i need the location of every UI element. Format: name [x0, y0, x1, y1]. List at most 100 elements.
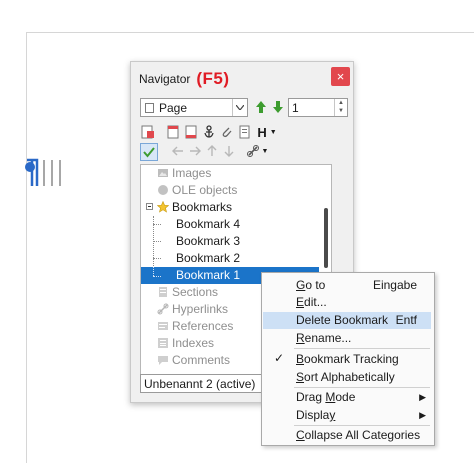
menu-label: o to — [305, 278, 326, 292]
chevron-down-icon: ▼ — [269, 128, 277, 136]
mnemonic: B — [296, 352, 305, 366]
submenu-arrow-icon: ▶ — [419, 392, 426, 402]
tree-label: Bookmark 3 — [176, 234, 241, 248]
checkmark-icon: ✓ — [274, 351, 285, 365]
bookmark-item[interactable]: Bookmark 3 — [141, 233, 317, 250]
stepper-down-icon[interactable]: ▼ — [335, 107, 347, 115]
menu-label: Delete Bookmark — [296, 313, 389, 327]
mnemonic: E — [296, 295, 305, 309]
menu-separator — [294, 387, 430, 388]
bookmark-item[interactable]: Bookmark 2 — [141, 250, 317, 267]
menu-item-display[interactable]: Display ▶ — [263, 407, 431, 424]
navigator-title: Navigator (F5) — [139, 68, 230, 88]
shortcut-hint: (F5) — [196, 69, 230, 88]
menu-label: ollapse All Categories — [304, 428, 421, 442]
menu-item-drag-mode[interactable]: Drag Mode ▶ — [263, 389, 431, 406]
page-number-value: 1 — [292, 101, 299, 115]
promote-icon[interactable] — [170, 143, 186, 159]
mnemonic: S — [296, 370, 305, 384]
image-icon — [158, 169, 168, 177]
ole-object-icon — [158, 185, 168, 195]
collapse-toggle[interactable] — [146, 203, 153, 210]
heading-levels-button[interactable]: H ▼ — [254, 124, 280, 140]
submenu-arrow-icon: ▶ — [419, 410, 426, 420]
move-down-icon[interactable] — [221, 143, 237, 159]
close-button[interactable]: × — [331, 67, 350, 86]
reference-icon — [158, 322, 168, 330]
tree-item-images[interactable]: Images — [141, 165, 317, 182]
shortcut-label: Entf — [395, 313, 417, 327]
hyperlink-icon — [157, 303, 169, 315]
index-icon — [158, 338, 168, 348]
menu-label: ookmark Tracking — [304, 352, 399, 366]
toggle-icon[interactable] — [140, 143, 158, 161]
scrollbar-thumb[interactable] — [324, 208, 328, 268]
move-up-icon[interactable] — [204, 143, 220, 159]
heading-levels-label: H — [257, 124, 267, 140]
tree-label: Indexes — [172, 336, 215, 350]
close-icon: × — [336, 69, 345, 84]
menu-item-go-to[interactable]: Go to Eingabe — [263, 277, 431, 294]
mnemonic: R — [296, 331, 305, 345]
title-text: Navigator — [139, 72, 191, 86]
tree-label: Bookmark 1 — [176, 268, 241, 282]
page-number-stepper[interactable]: 1 ▲ ▼ — [288, 98, 348, 117]
formatting-marks-icon — [25, 158, 61, 186]
mnemonic: C — [296, 428, 305, 442]
menu-label: dit... — [304, 295, 327, 309]
demote-icon[interactable] — [187, 143, 203, 159]
tree-label: References — [172, 319, 234, 333]
menu-item-edit[interactable]: Edit... — [263, 294, 431, 311]
attachment-icon[interactable] — [219, 124, 235, 140]
mnemonic: G — [296, 278, 306, 292]
star-icon — [157, 201, 169, 213]
menu-label: ort Alphabetically — [304, 370, 395, 384]
context-menu[interactable]: Go to Eingabe Edit... Delete Bookmark En… — [261, 272, 435, 446]
navigate-by-select[interactable]: Page — [140, 98, 248, 117]
navigate-by-value: Page — [159, 101, 188, 115]
tree-item-ole-objects[interactable]: OLE objects — [141, 182, 317, 199]
mnemonic: y — [329, 408, 336, 422]
tree-guide-line — [153, 276, 161, 277]
document-select[interactable]: Unbenannt 2 (active) — [140, 374, 270, 393]
tree-label: Bookmark 2 — [176, 251, 241, 265]
tree-label: Bookmark 4 — [176, 217, 241, 231]
stepper-up-icon[interactable]: ▲ — [335, 99, 347, 107]
footer-icon[interactable] — [183, 124, 199, 140]
menu-separator — [294, 348, 430, 349]
tree-label: Hyperlinks — [172, 302, 229, 316]
menu-item-rename[interactable]: Rename... — [263, 330, 431, 347]
insert-link-button[interactable]: ▼ — [244, 143, 270, 159]
document-select-value: Unbenannt 2 (active) — [144, 377, 256, 391]
shortcut-label: Eingabe — [372, 278, 417, 292]
next-icon[interactable] — [271, 100, 285, 114]
menu-separator — [294, 425, 430, 426]
menu-item-collapse-all-categories[interactable]: Collapse All Categories — [263, 427, 431, 444]
menu-label: ode — [335, 390, 356, 404]
tree-label: Bookmarks — [172, 200, 233, 214]
header-icon[interactable] — [165, 124, 181, 140]
page-icon — [145, 103, 154, 113]
tree-item-bookmarks[interactable]: Bookmarks — [141, 199, 317, 216]
tree-label: Sections — [172, 285, 219, 299]
comment-icon — [158, 356, 168, 365]
menu-item-bookmark-tracking[interactable]: ✓ Bookmark Tracking — [263, 351, 431, 368]
previous-icon[interactable] — [254, 100, 268, 114]
section-icon — [159, 287, 167, 297]
menu-item-sort-alphabetically[interactable]: Sort Alphabetically — [263, 369, 431, 386]
content-navigation-icon[interactable] — [140, 124, 156, 140]
menu-label: Drag — [296, 390, 326, 404]
tree-label: Comments — [172, 353, 231, 367]
anchor-icon[interactable] — [201, 124, 217, 140]
menu-item-delete-bookmark[interactable]: Delete Bookmark Entf — [263, 312, 431, 329]
drag-mode-icon[interactable] — [236, 124, 252, 140]
menu-label: Displa — [296, 408, 330, 422]
tree-label: OLE objects — [172, 183, 238, 197]
tree-label: Images — [172, 166, 212, 180]
bookmark-item[interactable]: Bookmark 4 — [141, 216, 317, 233]
menu-label: ename... — [304, 331, 352, 345]
chevron-down-icon[interactable] — [232, 99, 247, 116]
tree-guide-line — [153, 267, 154, 276]
chevron-down-icon: ▼ — [261, 147, 269, 155]
mnemonic: M — [325, 390, 336, 404]
